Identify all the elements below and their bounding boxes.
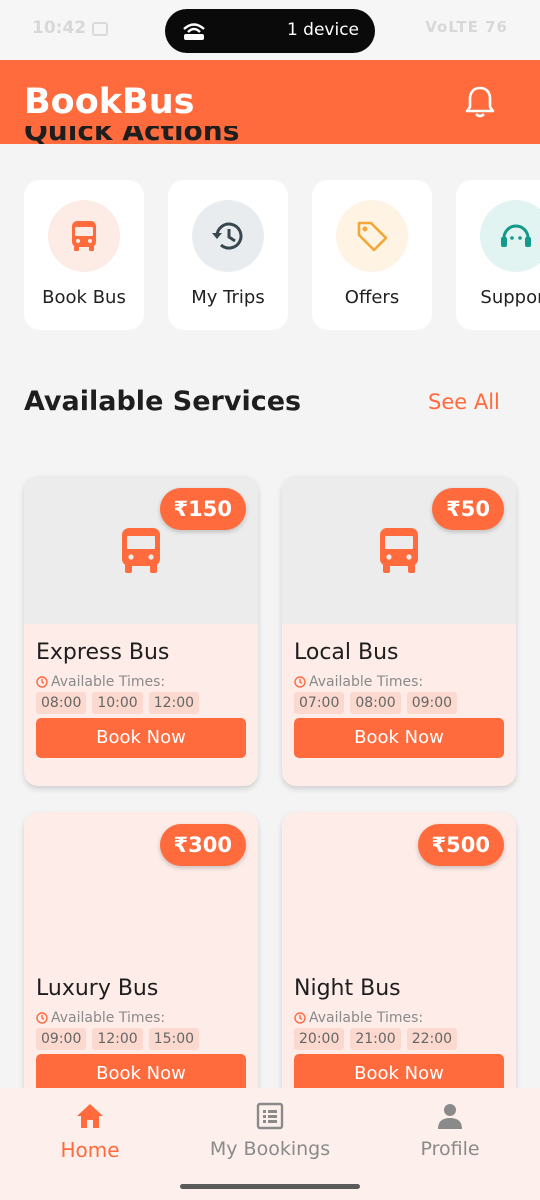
tag-icon — [357, 221, 388, 252]
nav-label: My Bookings — [209, 1138, 331, 1160]
hotspot-pill: 1 device — [165, 9, 375, 53]
quick-action-label: My Trips — [191, 287, 265, 308]
quick-action-my-trips[interactable]: My Trips — [168, 180, 288, 330]
bus-icon — [380, 528, 418, 573]
book-now-button[interactable]: Book Now — [36, 718, 246, 758]
bell-icon[interactable] — [464, 84, 496, 120]
nav-item-my-bookings[interactable]: My Bookings — [180, 1102, 360, 1160]
quick-action-label: Offers — [344, 287, 400, 308]
quick-actions-heading: Quick Actions — [24, 126, 240, 144]
clock-icon — [294, 1012, 306, 1024]
available-times-label: Available Times: — [36, 1010, 165, 1026]
quick-action-circle — [336, 200, 408, 272]
bus-icon — [122, 528, 160, 573]
service-image: ₹500 — [282, 812, 516, 960]
service-card-night[interactable]: ₹500 Night Bus Available Times: 20:00 21… — [282, 812, 516, 1102]
service-card-local[interactable]: ₹50 Local Bus Available Times: 07:00 08:… — [282, 476, 516, 786]
quick-action-book-bus[interactable]: Book Bus — [24, 180, 144, 330]
nav-item-profile[interactable]: Profile — [360, 1102, 540, 1160]
time-chip[interactable]: 09:00 — [406, 692, 458, 714]
clock-icon — [294, 676, 306, 688]
time-chip[interactable]: 09:00 — [36, 1028, 87, 1050]
nav-item-home[interactable]: Home — [0, 1102, 180, 1162]
time-chips: 09:00 12:00 15:00 — [36, 1028, 200, 1050]
quick-action-circle — [192, 200, 264, 272]
hotspot-icon — [183, 23, 205, 40]
quick-action-circle — [48, 200, 120, 272]
history-icon — [212, 222, 243, 250]
hotspot-text: 1 device — [286, 20, 359, 40]
list-icon — [256, 1102, 284, 1130]
nav-label: Home — [60, 1138, 120, 1162]
status-bar: 10:42 1 device VoLTE 76 — [0, 0, 540, 60]
time-chips: 20:00 21:00 22:00 — [294, 1028, 458, 1050]
see-all-link[interactable]: See All — [428, 390, 500, 414]
price-badge: ₹300 — [159, 824, 246, 866]
time-chip[interactable]: 12:00 — [148, 692, 200, 714]
bus-icon — [72, 221, 96, 251]
service-name: Night Bus — [294, 976, 401, 1001]
available-times-label: Available Times: — [294, 674, 423, 690]
time-chip[interactable]: 08:00 — [350, 692, 401, 714]
service-card-express[interactable]: ₹150 Express Bus Available Times: 08:00 … — [24, 476, 258, 786]
headset-icon — [501, 224, 531, 247]
service-card-luxury[interactable]: ₹300 Luxury Bus Available Times: 09:00 1… — [24, 812, 258, 1102]
app-title: BookBus — [24, 82, 195, 122]
service-image: ₹150 — [24, 476, 258, 624]
quick-action-circle — [480, 200, 540, 272]
time-chip[interactable]: 15:00 — [148, 1028, 200, 1050]
service-name: Luxury Bus — [36, 976, 159, 1001]
clock-icon — [36, 1012, 48, 1024]
service-image: ₹300 — [24, 812, 258, 960]
service-image: ₹50 — [282, 476, 516, 624]
nav-label: Profile — [420, 1138, 480, 1160]
notification-icon — [92, 22, 108, 36]
time-chip[interactable]: 08:00 — [36, 692, 87, 714]
home-indicator[interactable] — [180, 1184, 360, 1189]
book-now-button[interactable]: Book Now — [294, 718, 504, 758]
status-time: 10:42 — [32, 18, 87, 38]
time-chips: 08:00 10:00 12:00 — [36, 692, 200, 714]
price-badge: ₹150 — [159, 488, 246, 530]
time-chip[interactable]: 07:00 — [294, 692, 345, 714]
person-icon — [438, 1104, 462, 1129]
status-right-icons: VoLTE 76 — [425, 18, 508, 36]
available-times-label: Available Times: — [36, 674, 165, 690]
quick-action-support[interactable]: Support — [456, 180, 540, 330]
available-services-heading: Available Services — [24, 386, 302, 417]
quick-action-label: Support — [480, 287, 540, 308]
quick-action-label: Book Bus — [42, 287, 126, 308]
time-chip[interactable]: 21:00 — [350, 1028, 401, 1050]
time-chips: 07:00 08:00 09:00 — [294, 692, 458, 714]
service-name: Express Bus — [36, 640, 170, 665]
home-icon — [77, 1104, 103, 1128]
time-chip[interactable]: 10:00 — [92, 692, 143, 714]
quick-action-offers[interactable]: Offers — [312, 180, 432, 330]
available-times-label: Available Times: — [294, 1010, 423, 1026]
price-badge: ₹500 — [417, 824, 504, 866]
service-name: Local Bus — [294, 640, 399, 665]
time-chip[interactable]: 12:00 — [92, 1028, 143, 1050]
time-chip[interactable]: 20:00 — [294, 1028, 345, 1050]
price-badge: ₹50 — [432, 488, 504, 530]
clock-icon — [36, 676, 48, 688]
time-chip[interactable]: 22:00 — [406, 1028, 458, 1050]
